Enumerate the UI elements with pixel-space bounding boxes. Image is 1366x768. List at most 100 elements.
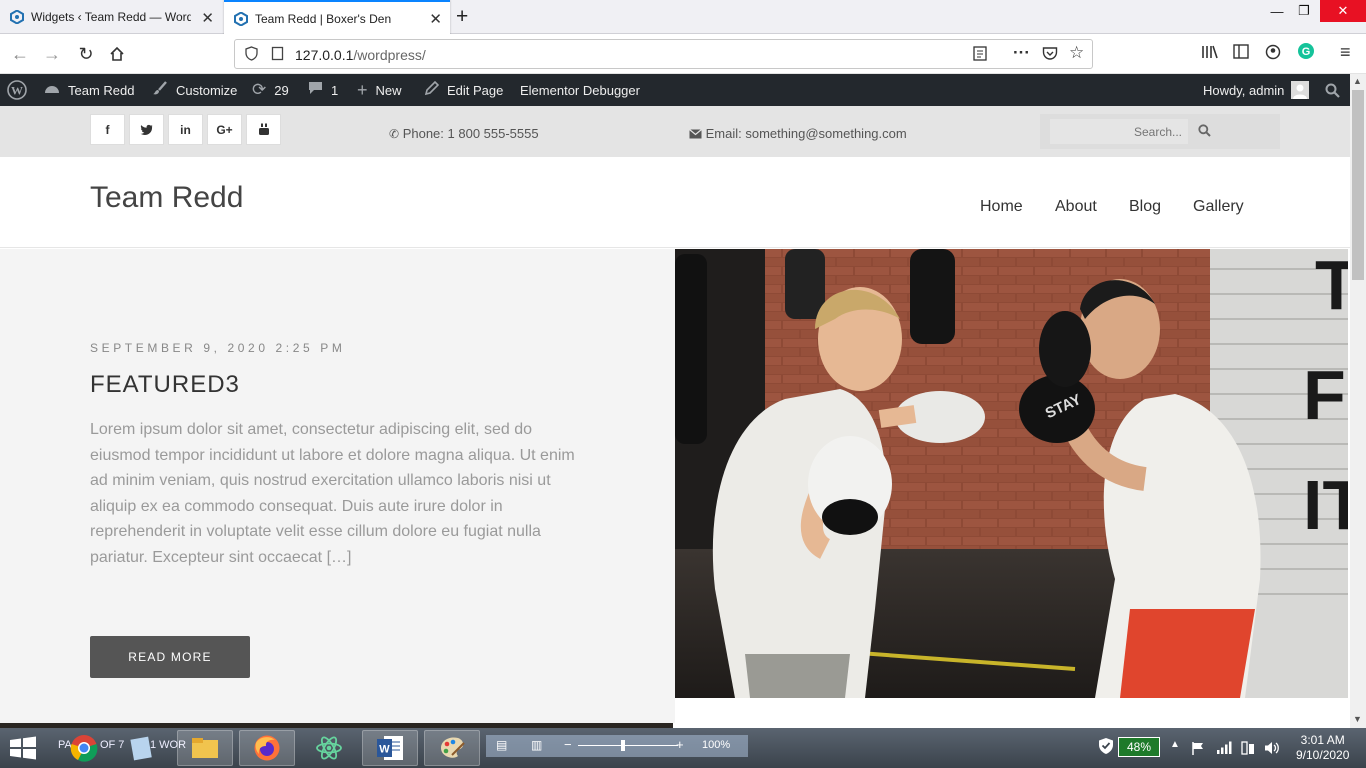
page-info-icon[interactable] (271, 46, 284, 64)
phone-icon: ✆ (389, 127, 400, 141)
bookmark-star-icon[interactable]: ☆ (1069, 43, 1084, 63)
taskbar-paint[interactable] (424, 730, 480, 766)
post-excerpt: Lorem ipsum dolor sit amet, consectetur … (90, 421, 575, 566)
taskbar-atom[interactable] (301, 730, 357, 766)
wp-new-label: New (375, 82, 402, 98)
wall-sign-line-2: FO (1303, 356, 1348, 434)
youtube-icon[interactable] (246, 114, 281, 145)
security-tray-icon[interactable] (1098, 737, 1114, 760)
account-icon[interactable] (1265, 44, 1281, 64)
taskbar-word[interactable]: W (362, 730, 418, 766)
zoom-slider-track[interactable] (578, 745, 678, 746)
library-icon[interactable] (1201, 44, 1219, 64)
phone-label: Phone: (402, 126, 444, 141)
flag-icon[interactable] (1191, 741, 1205, 760)
volume-icon[interactable] (1264, 740, 1280, 761)
wp-edit-page[interactable]: Edit Page (424, 74, 503, 106)
grammarly-icon[interactable]: G (1297, 42, 1315, 64)
scroll-down-icon[interactable]: ▼ (1353, 714, 1362, 724)
scroll-thumb[interactable] (1352, 90, 1364, 280)
print-layout-icon[interactable]: ▤ (496, 738, 507, 752)
zoom-in-icon[interactable]: + (676, 737, 684, 752)
search-input[interactable] (1050, 119, 1188, 144)
shield-icon[interactable] (245, 46, 258, 64)
site-title[interactable]: Team Redd (90, 181, 243, 215)
power-icon[interactable] (1240, 740, 1256, 761)
twitter-icon[interactable] (129, 114, 164, 145)
taskbar-firefox[interactable] (239, 730, 295, 766)
linkedin-icon[interactable]: in (168, 114, 203, 145)
close-tab-icon[interactable]: ✕ (429, 10, 442, 28)
post-title[interactable]: FEATURED3 (90, 371, 240, 399)
wp-site-name[interactable]: Team Redd (44, 74, 134, 106)
wp-updates-count: 29 (274, 82, 289, 98)
menu-item-about[interactable]: About (1055, 198, 1097, 216)
wp-my-account[interactable]: Howdy, admin (1203, 74, 1310, 106)
close-tab-icon[interactable]: ✕ (201, 9, 214, 27)
zoom-out-icon[interactable]: − (564, 737, 572, 752)
wp-new[interactable]: + New (357, 74, 402, 106)
wp-comments-count: 1 (331, 82, 339, 98)
menu-item-blog[interactable]: Blog (1129, 198, 1161, 216)
forward-icon[interactable]: → (38, 40, 66, 68)
header-top-bar: f in G+ ✆ Phone: 1 800 555-5555 Email: s… (0, 106, 1350, 157)
menu-item-gallery[interactable]: Gallery (1193, 198, 1244, 216)
menu-item-home[interactable]: Home (980, 198, 1023, 216)
scroll-up-icon[interactable]: ▲ (1353, 76, 1362, 86)
zoom-slider-thumb[interactable] (621, 740, 625, 751)
home-icon[interactable] (103, 40, 131, 68)
windows-start-icon[interactable] (8, 736, 38, 765)
wp-comments[interactable]: 1 (308, 74, 338, 106)
taskbar-chrome[interactable] (56, 730, 112, 766)
taskbar-file-explorer[interactable] (177, 730, 233, 766)
web-layout-icon[interactable]: ▥ (531, 738, 542, 752)
tray-expand-icon[interactable]: ▲ (1170, 739, 1180, 750)
new-tab-icon[interactable]: + (456, 5, 468, 29)
close-window-icon[interactable]: ✕ (1320, 0, 1366, 22)
wp-search-icon[interactable] (1325, 74, 1340, 106)
email-label: Email: (705, 126, 742, 141)
page-scrollbar[interactable]: ▲ ▼ (1350, 74, 1366, 728)
site-tab-icon (234, 11, 248, 26)
clock-date: 9/10/2020 (1296, 748, 1350, 762)
wall-sign-line-1: T (1315, 249, 1348, 324)
browser-tab-strip: Widgets ‹ Team Redd — WordPress ✕ Team R… (0, 0, 1366, 35)
phone-contact: ✆ Phone: 1 800 555-5555 (389, 126, 539, 141)
featured-image[interactable]: T FO IT STAY (675, 249, 1348, 698)
taskbar-notepad[interactable] (113, 730, 169, 766)
wp-elementor-debugger[interactable]: Elementor Debugger (520, 74, 640, 106)
pocket-icon[interactable] (1042, 46, 1058, 64)
zoom-level: 100% (702, 739, 731, 751)
read-more-button[interactable]: READ MORE (90, 636, 250, 678)
url-host: 127.0.0.1 (295, 47, 354, 63)
wordpress-logo-icon[interactable]: W (7, 74, 27, 106)
tab-team-redd[interactable]: Team Redd | Boxer's Den ✕ (224, 0, 450, 35)
google-plus-icon[interactable]: G+ (207, 114, 242, 145)
search-icon[interactable] (1198, 124, 1211, 142)
wp-customize[interactable]: Customize (152, 74, 237, 106)
wall-sign-line-3: IT (1303, 466, 1348, 544)
menu-icon[interactable]: ≡ (1340, 42, 1351, 63)
avatar (1291, 81, 1310, 99)
facebook-icon[interactable]: f (90, 114, 125, 145)
reload-icon[interactable]: ↻ (72, 40, 100, 68)
tab-widgets[interactable]: Widgets ‹ Team Redd — WordPress ✕ (0, 0, 222, 34)
wp-howdy-label: Howdy, admin (1203, 82, 1285, 98)
reader-view-icon[interactable] (973, 46, 987, 64)
site-search (1040, 114, 1280, 149)
comment-icon (308, 81, 323, 99)
sidebar-icon[interactable] (1233, 44, 1249, 63)
more-actions-icon[interactable]: ··· (1013, 43, 1030, 63)
network-icon[interactable] (1216, 741, 1232, 759)
tray-clock[interactable]: 3:01 AM 9/10/2020 (1296, 733, 1349, 763)
address-bar[interactable]: 127.0.0.1/wordpress/ ··· ☆ (234, 39, 1093, 69)
wp-updates[interactable]: ⟳ 29 (252, 74, 289, 106)
site-header: Team Redd Home About Blog Gallery (0, 157, 1350, 248)
back-icon[interactable]: ← (6, 40, 34, 68)
wp-edit-page-label: Edit Page (447, 82, 504, 98)
wp-admin-bar: W Team Redd Customize ⟳ 29 1 + New Edit … (0, 74, 1366, 106)
tab-title: Widgets ‹ Team Redd — WordPress (31, 10, 191, 24)
svg-text:W: W (379, 744, 390, 756)
battery-indicator[interactable]: 48% (1118, 737, 1160, 757)
paintbrush-icon (152, 80, 168, 100)
